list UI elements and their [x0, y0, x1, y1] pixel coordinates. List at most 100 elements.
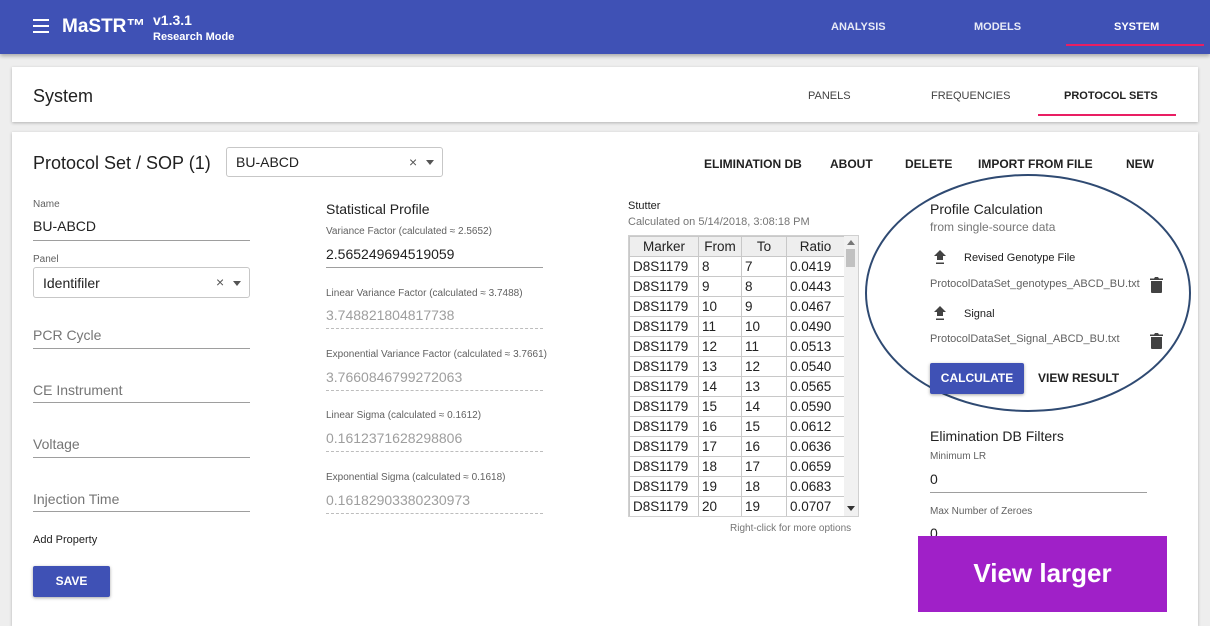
trash-icon[interactable] — [1150, 277, 1163, 293]
table-cell: 10 — [698, 296, 742, 317]
table-row[interactable]: D8S1179 19 18 0.0683 — [629, 476, 845, 497]
calculate-button[interactable]: CALCULATE — [930, 363, 1024, 394]
table-cell: 14 — [698, 376, 742, 397]
table-cell: 16 — [698, 416, 742, 437]
linear-sigma-underline — [326, 451, 543, 452]
minimum-lr-field[interactable]: 0 — [930, 471, 938, 487]
table-cell: 18 — [741, 476, 787, 497]
table-row[interactable]: D8S1179 9 8 0.0443 — [629, 276, 845, 297]
pcr-cycle-field[interactable]: PCR Cycle — [33, 327, 101, 343]
stutter-table[interactable]: Marker From To Ratio D8S1179 8 7 0.0419 D8S1… — [628, 235, 859, 517]
table-row[interactable]: D8S1179 16 15 0.0612 — [629, 416, 845, 437]
table-row[interactable]: D8S1179 13 12 0.0540 — [629, 356, 845, 377]
exp-variance-field: 3.7660846799272063 — [326, 369, 463, 385]
table-row[interactable]: D8S1179 15 14 0.0590 — [629, 396, 845, 417]
system-header-card: System PANELS FREQUENCIES PROTOCOL SETS — [12, 67, 1198, 122]
injection-time-field[interactable]: Injection Time — [33, 491, 119, 507]
table-row[interactable]: D8S1179 17 16 0.0636 — [629, 436, 845, 457]
table-row[interactable]: D8S1179 10 9 0.0467 — [629, 296, 845, 317]
name-label: Name — [33, 199, 60, 210]
nav-tab-analysis[interactable]: ANALYSIS — [831, 21, 886, 33]
table-row[interactable]: D8S1179 18 17 0.0659 — [629, 456, 845, 477]
table-cell: D8S1179 — [629, 436, 699, 457]
save-button[interactable]: SAVE — [33, 566, 110, 597]
table-cell: 13 — [741, 376, 787, 397]
table-cell: 0.0612 — [786, 416, 845, 437]
signal-file-name: ProtocolDataSet_Signal_ABCD_BU.txt — [930, 333, 1120, 345]
table-cell: 12 — [698, 336, 742, 357]
table-cell: D8S1179 — [629, 416, 699, 437]
nav-tab-models[interactable]: MODELS — [974, 21, 1021, 33]
table-cell: 0.0513 — [786, 336, 845, 357]
stutter-scrollbar[interactable] — [844, 236, 858, 516]
clear-icon[interactable]: × — [216, 274, 224, 290]
exp-sigma-label: Exponential Sigma (calculated ≈ 0.1618) — [326, 472, 506, 483]
table-row[interactable]: D8S1179 8 7 0.0419 — [629, 256, 845, 277]
stutter-scroll-thumb[interactable] — [846, 249, 855, 267]
ce-instrument-field[interactable]: CE Instrument — [33, 382, 122, 398]
table-row[interactable]: D8S1179 20 19 0.0707 — [629, 496, 845, 516]
table-cell: D8S1179 — [629, 256, 699, 277]
view-larger-button[interactable]: View larger — [918, 536, 1167, 612]
table-cell: 20 — [698, 496, 742, 516]
max-zeroes-label: Max Number of Zeroes — [930, 506, 1033, 517]
tab-protocol-sets[interactable]: PROTOCOL SETS — [1064, 90, 1158, 102]
trash-icon[interactable] — [1150, 333, 1163, 349]
pcr-cycle-underline — [33, 348, 250, 349]
about-button[interactable]: ABOUT — [830, 157, 873, 171]
table-cell: 0.0540 — [786, 356, 845, 377]
ce-instrument-underline — [33, 402, 250, 403]
table-row[interactable]: D8S1179 14 13 0.0565 — [629, 376, 845, 397]
column-header-ratio[interactable]: Ratio — [786, 236, 845, 257]
scroll-down-icon[interactable] — [847, 506, 855, 511]
table-cell: 11 — [698, 316, 742, 337]
column-header-to[interactable]: To — [741, 236, 787, 257]
name-field[interactable]: BU-ABCD — [33, 218, 96, 234]
table-cell: 0.0490 — [786, 316, 845, 337]
nav-tab-system[interactable]: SYSTEM — [1114, 21, 1159, 33]
table-row[interactable]: D8S1179 12 11 0.0513 — [629, 336, 845, 357]
table-cell: 15 — [741, 416, 787, 437]
menu-icon[interactable] — [33, 19, 49, 33]
voltage-field[interactable]: Voltage — [33, 436, 80, 452]
exp-variance-label: Exponential Variance Factor (calculated … — [326, 349, 547, 360]
table-row[interactable]: D8S1179 11 10 0.0490 — [629, 316, 845, 337]
import-from-file-button[interactable]: IMPORT FROM FILE — [978, 157, 1093, 171]
table-cell: 17 — [698, 436, 742, 457]
panel-select[interactable]: Identifiler × — [33, 267, 250, 298]
table-cell: D8S1179 — [629, 476, 699, 497]
tab-panels[interactable]: PANELS — [808, 90, 851, 102]
view-result-button[interactable]: VIEW RESULT — [1038, 371, 1119, 385]
table-cell: D8S1179 — [629, 276, 699, 297]
table-cell: 9 — [698, 276, 742, 297]
table-cell: 0.0683 — [786, 476, 845, 497]
clear-icon[interactable]: × — [409, 154, 417, 170]
minimum-lr-underline — [930, 492, 1147, 493]
upload-icon[interactable] — [933, 249, 947, 265]
table-cell: 0.0467 — [786, 296, 845, 317]
tab-frequencies[interactable]: FREQUENCIES — [931, 90, 1010, 102]
name-underline — [33, 240, 250, 241]
table-cell: D8S1179 — [629, 396, 699, 417]
new-button[interactable]: NEW — [1126, 157, 1154, 171]
table-cell: D8S1179 — [629, 296, 699, 317]
chevron-down-icon[interactable] — [426, 160, 434, 165]
app-title: MaSTR™ — [62, 16, 146, 37]
table-cell: 0.0565 — [786, 376, 845, 397]
protocol-set-select[interactable]: BU-ABCD × — [226, 147, 443, 177]
chevron-down-icon[interactable] — [233, 281, 241, 286]
elimination-db-button[interactable]: ELIMINATION DB — [704, 157, 802, 171]
table-cell: 0.0590 — [786, 396, 845, 417]
scroll-up-icon[interactable] — [847, 240, 855, 245]
table-cell: 18 — [698, 456, 742, 477]
upload-icon[interactable] — [933, 305, 947, 321]
protocol-set-title: Protocol Set / SOP (1) — [33, 153, 211, 173]
add-property-link[interactable]: Add Property — [33, 534, 97, 546]
delete-button[interactable]: DELETE — [905, 157, 952, 171]
table-cell: 14 — [741, 396, 787, 417]
column-header-marker[interactable]: Marker — [629, 236, 699, 257]
linear-sigma-field: 0.1612371628298806 — [326, 430, 463, 446]
table-cell: 8 — [741, 276, 787, 297]
variance-factor-field[interactable]: 2.565249694519059 — [326, 246, 454, 262]
column-header-from[interactable]: From — [698, 236, 742, 257]
